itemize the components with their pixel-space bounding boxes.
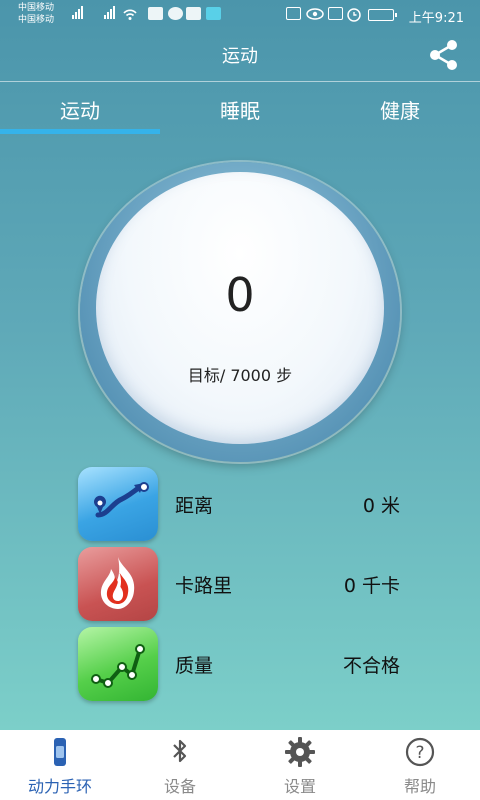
band-icon: [54, 738, 66, 766]
stat-row-calorie[interactable]: 卡路里 0 千卡: [78, 547, 408, 621]
battery-icon: [368, 9, 397, 21]
nav-band-label: 动力手环: [27, 777, 92, 796]
step-count: 0: [225, 268, 255, 322]
nfc-icon: [328, 7, 343, 20]
bluetooth-icon: [173, 739, 187, 763]
svg-text:?: ?: [415, 743, 424, 763]
status-bar: 中国移动 中国移动 上午9:21: [0, 0, 480, 30]
share-icon[interactable]: [424, 36, 462, 74]
trend-icon: [78, 627, 158, 701]
app-notify-icon: [206, 7, 221, 20]
stat-row-distance[interactable]: 距离 0 米: [78, 467, 408, 541]
wifi-icon: [123, 9, 137, 20]
page-title: 运动: [222, 46, 258, 67]
tab-sleep[interactable]: 睡眠: [160, 90, 320, 134]
step-goal: 目标/ 7000 步: [187, 366, 293, 385]
nav-band[interactable]: 动力手环: [0, 730, 120, 800]
title-bar: 运动: [0, 30, 480, 82]
distance-label: 距离: [175, 495, 214, 517]
tab-sport[interactable]: 运动: [0, 90, 160, 134]
run-icon: [148, 7, 163, 20]
carrier-info: 中国移动 中国移动: [18, 2, 54, 26]
help-icon: ?: [405, 737, 435, 767]
carrier-1: 中国移动: [18, 3, 55, 13]
nav-help[interactable]: ? 帮助: [360, 730, 480, 800]
bottom-nav: 动力手环 设备 设置 ? 帮助: [0, 730, 480, 800]
gear-icon: [285, 737, 315, 767]
calorie-value: 0 千卡: [343, 575, 400, 597]
quality-label: 质量: [175, 655, 214, 677]
calorie-label: 卡路里: [175, 575, 233, 597]
nav-settings[interactable]: 设置: [240, 730, 360, 800]
app-screen: 中国移动 中国移动 上午9:21 运动 运动 睡眠 健康 0 目标/ 7000 …: [0, 0, 480, 730]
clock: 上午9:21: [408, 11, 464, 26]
mail-icon: [186, 7, 201, 20]
hd-icon: [286, 7, 301, 20]
tab-health[interactable]: 健康: [320, 90, 480, 134]
nav-device[interactable]: 设备: [120, 730, 240, 800]
signal-icon: [104, 6, 115, 19]
tab-bar: 运动 睡眠 健康: [0, 90, 480, 134]
eye-icon: [306, 8, 324, 20]
distance-value: 0 米: [362, 495, 400, 517]
alarm-icon: [347, 8, 361, 22]
quality-value: 不合格: [342, 655, 400, 677]
nav-help-label: 帮助: [403, 777, 436, 796]
nav-device-label: 设备: [163, 777, 196, 796]
nav-settings-label: 设置: [283, 777, 316, 796]
flame-icon: [78, 547, 158, 621]
chat-icon: [168, 7, 183, 20]
stat-row-quality[interactable]: 质量 不合格: [78, 627, 408, 701]
carrier-2: 中国移动: [18, 15, 55, 25]
route-icon: [78, 467, 158, 541]
signal-icon: [72, 6, 83, 19]
